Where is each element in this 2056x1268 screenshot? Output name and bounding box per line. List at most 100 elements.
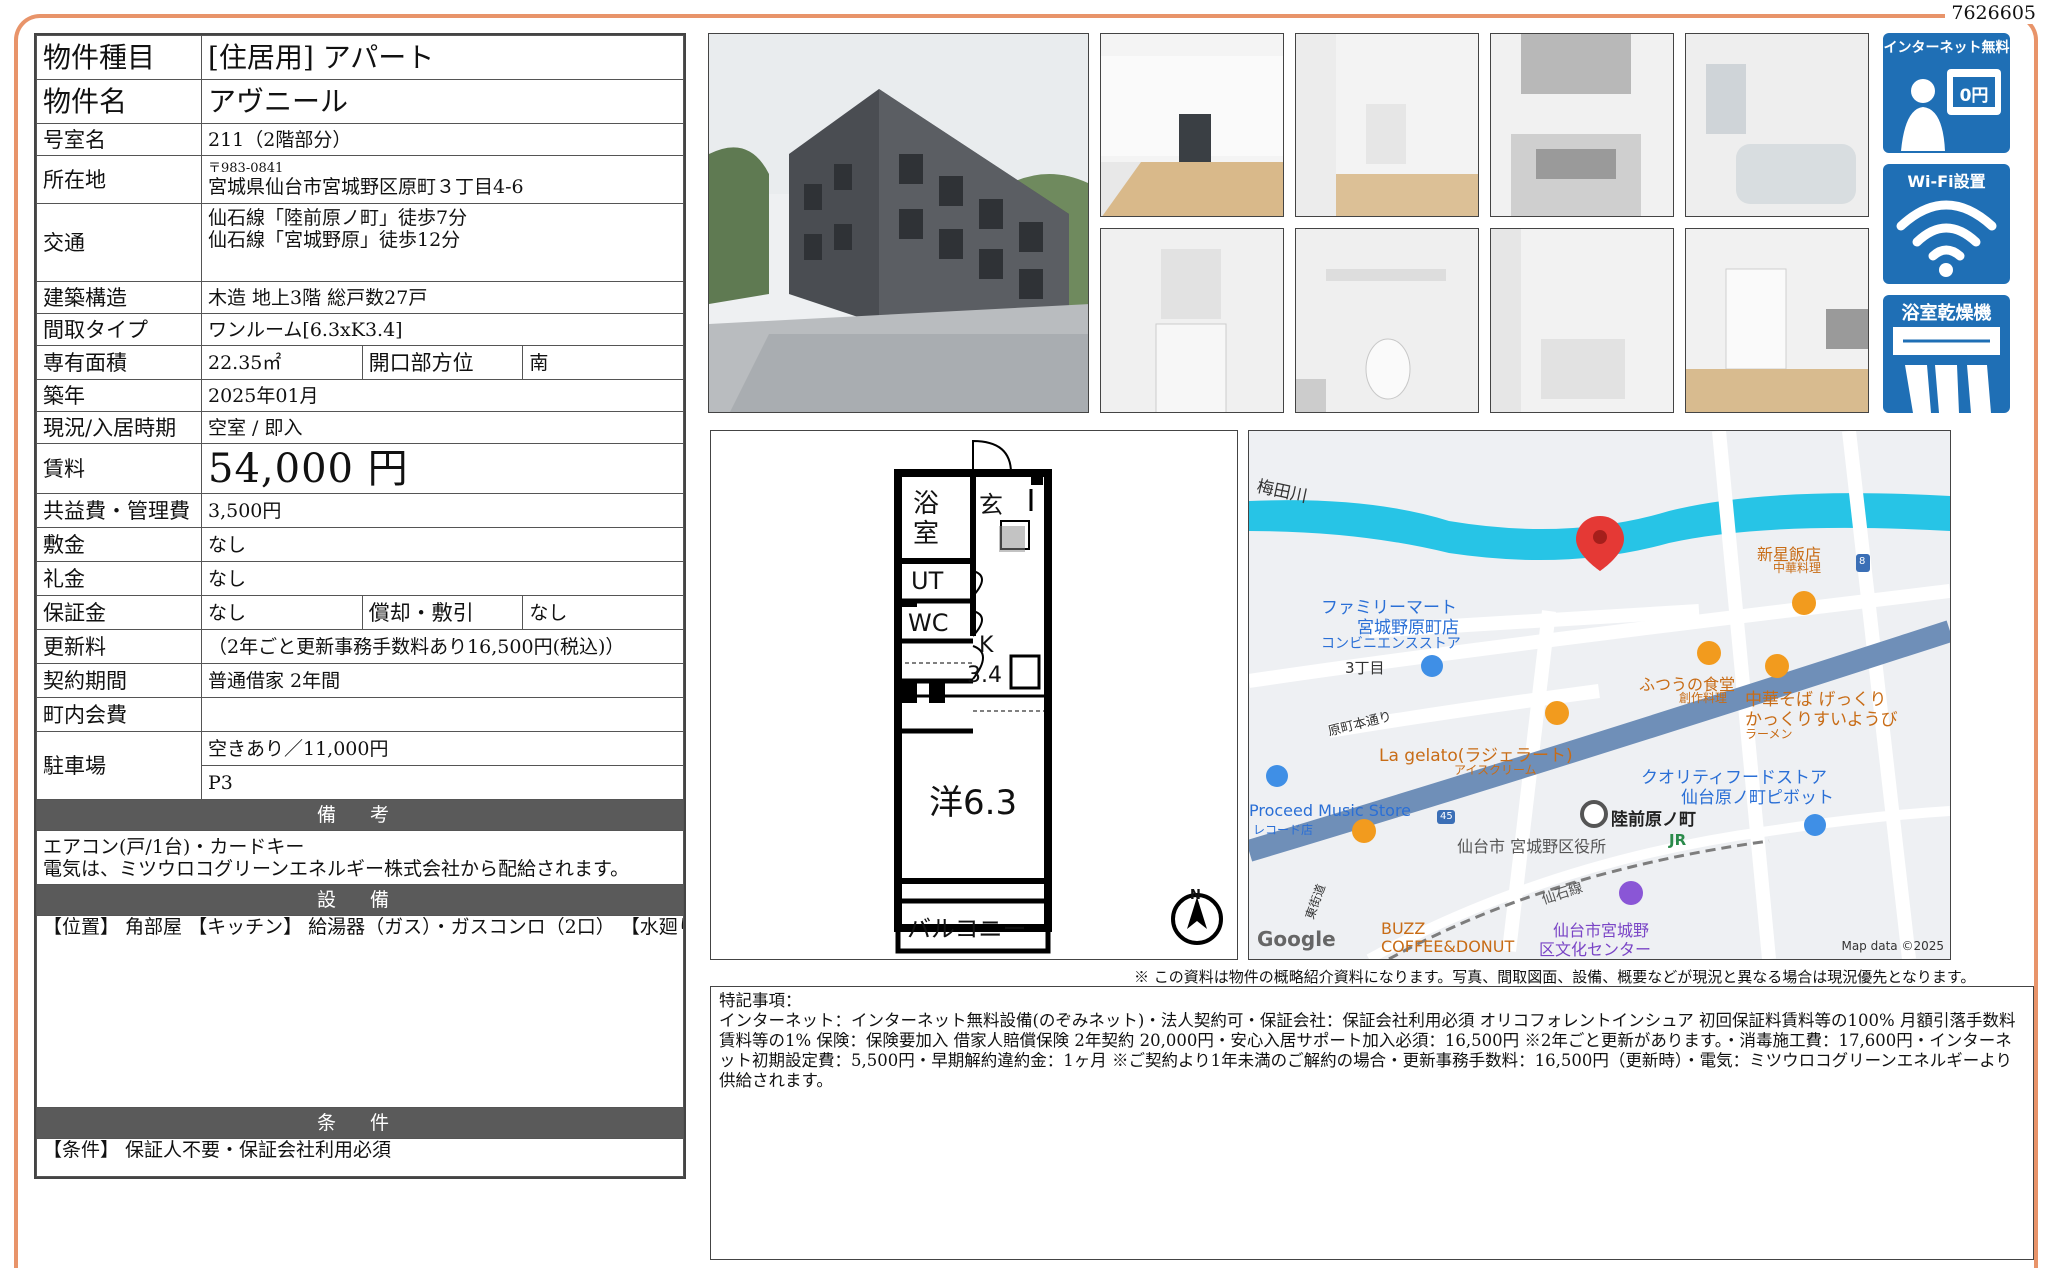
value-key-money: なし	[201, 561, 684, 596]
value-address: 〒983-0841 宮城県仙台市宮城野区原町３丁目4-6	[201, 155, 684, 204]
room-image-3	[1686, 229, 1868, 412]
restaurant-icon-3	[1765, 654, 1789, 678]
google-logo: Google	[1257, 927, 1336, 951]
map-label-road45: 45	[1440, 811, 1453, 822]
plan-balcony-label: バルコニー	[907, 915, 1027, 943]
value-status: 空室 / 即入	[201, 411, 684, 444]
map-label-proceed: Proceed Music Store	[1249, 801, 1412, 820]
label-room: 号室名	[36, 123, 202, 156]
map-label-culture-sub: 区文化センター	[1539, 940, 1652, 959]
value-parking-sub: P3	[201, 765, 684, 800]
map-label-quality-branch: 仙台原ノ町ピボット	[1681, 788, 1834, 808]
map-label-buzz-sub: COFFEE&DONUT	[1381, 937, 1515, 956]
plan-entrance-label: 玄	[979, 491, 1003, 519]
value-deposit: なし	[201, 527, 684, 562]
special-notes: 特記事項： インターネット：インターネット無料設備(のぞみネット)・法人契約可・…	[710, 986, 2034, 1260]
badge-free-internet: インターネット無料 0円	[1883, 33, 2010, 153]
exterior-building-image	[709, 34, 1088, 412]
supermarket-icon	[1804, 814, 1826, 836]
map-label-buzz: BUZZ	[1381, 919, 1426, 938]
address-text: 宮城県仙台市宮城野区原町３丁目4-6	[208, 175, 524, 198]
document-id: 7626605	[1945, 2, 2042, 24]
plan-ut-label: UT	[911, 567, 944, 595]
label-key-money: 礼金	[36, 561, 202, 596]
room-image-2	[1296, 34, 1478, 216]
value-neighborhood-fee	[201, 697, 684, 732]
label-layout: 間取タイプ	[36, 313, 202, 346]
restaurant-icon-2	[1697, 641, 1721, 665]
map-label-chuka-sub: ラーメン	[1745, 727, 1793, 741]
access-line-1: 仙石線「陸前原ノ町」徒歩7分	[208, 207, 468, 229]
value-guarantee: なし	[201, 595, 363, 630]
room-photo-2	[1295, 33, 1479, 217]
value-orientation: 南	[522, 345, 684, 380]
label-access: 交通	[36, 203, 202, 282]
value-structure: 木造 地上3階 総戸数27戸	[201, 281, 684, 314]
label-structure: 建築構造	[36, 281, 202, 314]
label-common-fee: 共益費・管理費	[36, 493, 202, 528]
label-renewal: 更新料	[36, 629, 202, 664]
postal-code: 〒983-0841	[208, 160, 284, 176]
kitchen-image	[1491, 34, 1673, 216]
music-store-icon	[1266, 765, 1288, 787]
value-layout: ワンルーム[6.3xK3.4]	[201, 313, 684, 346]
value-common-fee: 3,500円	[201, 493, 684, 528]
label-amortization: 償却・敷引	[361, 595, 524, 630]
conditions-body: 【条件】 保証人不要・保証会社利用必須	[36, 1138, 684, 1177]
value-built: 2025年01月	[201, 379, 684, 412]
label-built: 築年	[36, 379, 202, 412]
kitchen-photo	[1490, 33, 1674, 217]
convenience-store-icon	[1421, 655, 1443, 677]
floor-plan-drawing	[894, 439, 1223, 954]
value-parking: 空きあり／11,000円	[201, 731, 684, 766]
bathroom-photo	[1685, 33, 1869, 217]
plan-bath-label: 浴室	[913, 489, 940, 549]
exterior-photo	[708, 33, 1089, 413]
value-contract: 普通借家 2年間	[201, 663, 684, 698]
laundry-photo	[1490, 228, 1674, 413]
washroom-photo	[1100, 228, 1284, 413]
label-rent: 賃料	[36, 443, 202, 494]
map-label-chome: 3丁目	[1345, 659, 1385, 677]
special-notes-body: インターネット：インターネット無料設備(のぞみネット)・法人契約可・保証会社：保…	[719, 1011, 2016, 1090]
map-label-shinsei-sub: 中華料理	[1773, 561, 1822, 575]
bathroom-image	[1686, 34, 1868, 216]
value-renewal: （2年ごと更新事務手数料あり16,500円(税込)）	[201, 629, 684, 664]
floor-plan: 浴室 玄 UT WC K 3.4 洋6.3 バルコニー N	[710, 430, 1238, 960]
map-label-ward-office: 仙台市 宮城野区役所	[1457, 837, 1607, 856]
wifi-icon	[1896, 200, 1997, 277]
label-area: 専有面積	[36, 345, 202, 380]
restaurant-icon-4	[1545, 701, 1569, 725]
facilities-header: 設 備	[36, 884, 684, 916]
badge-free-internet-price: 0円	[1959, 86, 1989, 106]
north-arrow-label: N	[1190, 888, 1201, 903]
label-name: 物件名	[36, 79, 202, 124]
label-status: 現況/入居時期	[36, 411, 202, 444]
label-neighborhood-fee: 町内会費	[36, 697, 202, 732]
plan-wc-label: WC	[908, 609, 949, 637]
label-type: 物件種目	[36, 35, 202, 80]
map-label-familymart-sub: コンビニエンスストア	[1321, 636, 1461, 652]
property-info-table: 物件種目 [住居用] アパート 物件名 アヴニール 号室名 211（2階部分） 所在地…	[34, 33, 686, 1179]
value-amortization: なし	[522, 595, 684, 630]
laundry-image	[1491, 229, 1673, 412]
label-address: 所在地	[36, 155, 202, 204]
label-contract: 契約期間	[36, 663, 202, 698]
map-label-futsu-sub: 創作料理	[1679, 691, 1728, 705]
remarks-line-2: 電気は、ミツウロコグリーンエネルギー株式会社から配給されます。	[43, 857, 630, 880]
room-photo-1	[1100, 33, 1284, 217]
map-label-gelato-sub: アイスクリーム	[1454, 763, 1537, 777]
room-image-1	[1101, 34, 1283, 216]
badge-wifi: Wi-Fi設置	[1883, 164, 2010, 284]
label-deposit: 敷金	[36, 527, 202, 562]
label-guarantee: 保証金	[36, 595, 202, 630]
value-type: [住居用] アパート	[201, 35, 684, 80]
remarks-body: エアコン(戸/1台)・カードキー 電気は、ミツウロコグリーンエネルギー株式会社から…	[36, 830, 684, 885]
toilet-image	[1296, 229, 1478, 412]
disclaimer-note: ※ この資料は物件の概略紹介資料になります。写真、間取図面、設備、概要などが現況…	[1134, 968, 1976, 986]
map-label-rikuzen-station: 陸前原ノ町	[1611, 810, 1696, 830]
culture-center-icon	[1619, 881, 1643, 905]
label-orientation: 開口部方位	[361, 345, 524, 380]
value-area: 22.35㎡	[201, 345, 363, 380]
plan-kitchen-label: K	[979, 633, 994, 658]
